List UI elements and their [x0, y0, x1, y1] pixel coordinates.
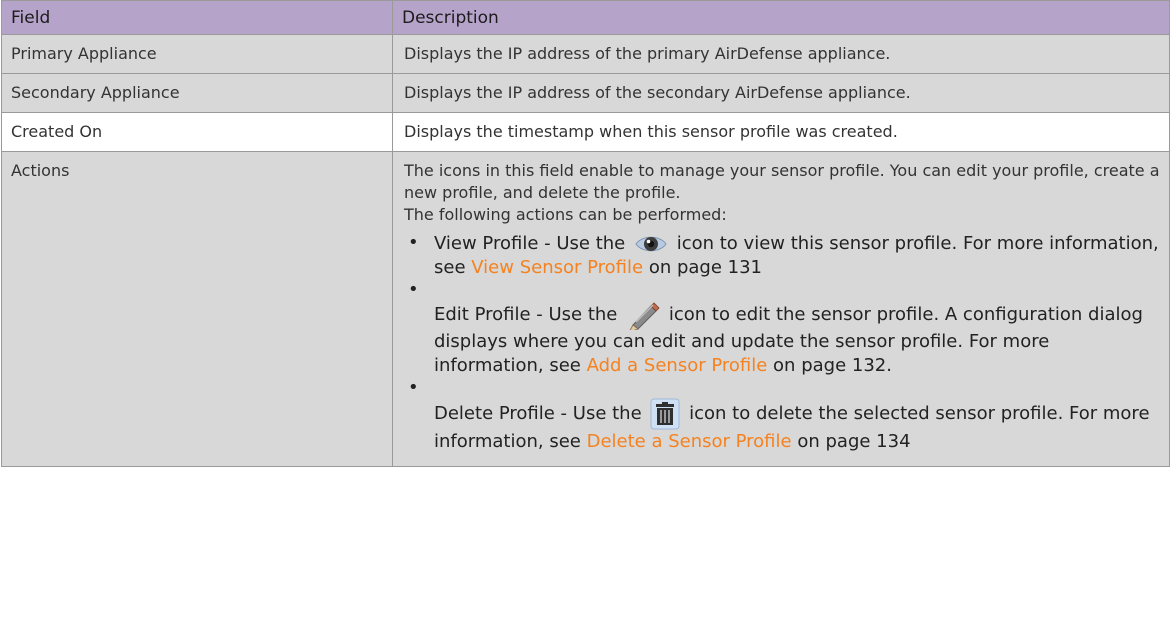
field-cell: Created On: [1, 112, 393, 152]
item-tail: on page 132.: [773, 355, 892, 376]
item-pre: Delete Profile - Use the: [434, 403, 642, 424]
view-sensor-profile-link[interactable]: View Sensor Profile: [471, 257, 643, 278]
field-description-table: Field Description Primary Appliance Disp…: [1, 0, 1170, 467]
field-cell: Secondary Appliance: [1, 73, 393, 113]
list-item: • Edit Profile - Use the icon to edit th…: [404, 279, 1160, 378]
item-pre: View Profile - Use the: [434, 233, 626, 254]
actions-intro: The icons in this field enable to manage…: [404, 161, 1160, 202]
description-cell: Displays the IP address of the primary A…: [392, 34, 1170, 74]
actions-intro-2: The following actions can be performed:: [404, 205, 727, 224]
header-description: Description: [392, 0, 1170, 35]
field-cell: Primary Appliance: [1, 34, 393, 74]
add-sensor-profile-link[interactable]: Add a Sensor Profile: [587, 355, 768, 376]
table-row: Actions The icons in this field enable t…: [1, 151, 1170, 467]
eye-icon: [634, 233, 668, 255]
table-row: Created On Displays the timestamp when t…: [1, 112, 1170, 152]
list-item: • View Profile - Use the icon to view th…: [404, 232, 1160, 280]
item-tail: on page 131: [648, 257, 763, 278]
delete-sensor-profile-link[interactable]: Delete a Sensor Profile: [587, 431, 792, 452]
item-pre: Edit Profile - Use the: [434, 304, 618, 325]
item-tail: on page 134: [797, 431, 911, 452]
bullet: •: [408, 377, 419, 398]
bullet: •: [408, 279, 419, 300]
pencil-icon: [626, 300, 660, 330]
description-cell: The icons in this field enable to manage…: [392, 151, 1170, 467]
bullet: •: [408, 232, 419, 253]
actions-list: • View Profile - Use the icon to view th…: [404, 232, 1160, 454]
description-cell: Displays the timestamp when this sensor …: [392, 112, 1170, 152]
table-row: Secondary Appliance Displays the IP addr…: [1, 73, 1170, 113]
field-cell: Actions: [1, 151, 393, 467]
table-header-row: Field Description: [1, 0, 1170, 35]
description-cell: Displays the IP address of the secondary…: [392, 73, 1170, 113]
list-item: • Delete Profile - Use the icon to delet…: [404, 377, 1160, 454]
table-row: Primary Appliance Displays the IP addres…: [1, 34, 1170, 74]
header-field: Field: [1, 0, 393, 35]
trash-icon: [650, 398, 680, 430]
